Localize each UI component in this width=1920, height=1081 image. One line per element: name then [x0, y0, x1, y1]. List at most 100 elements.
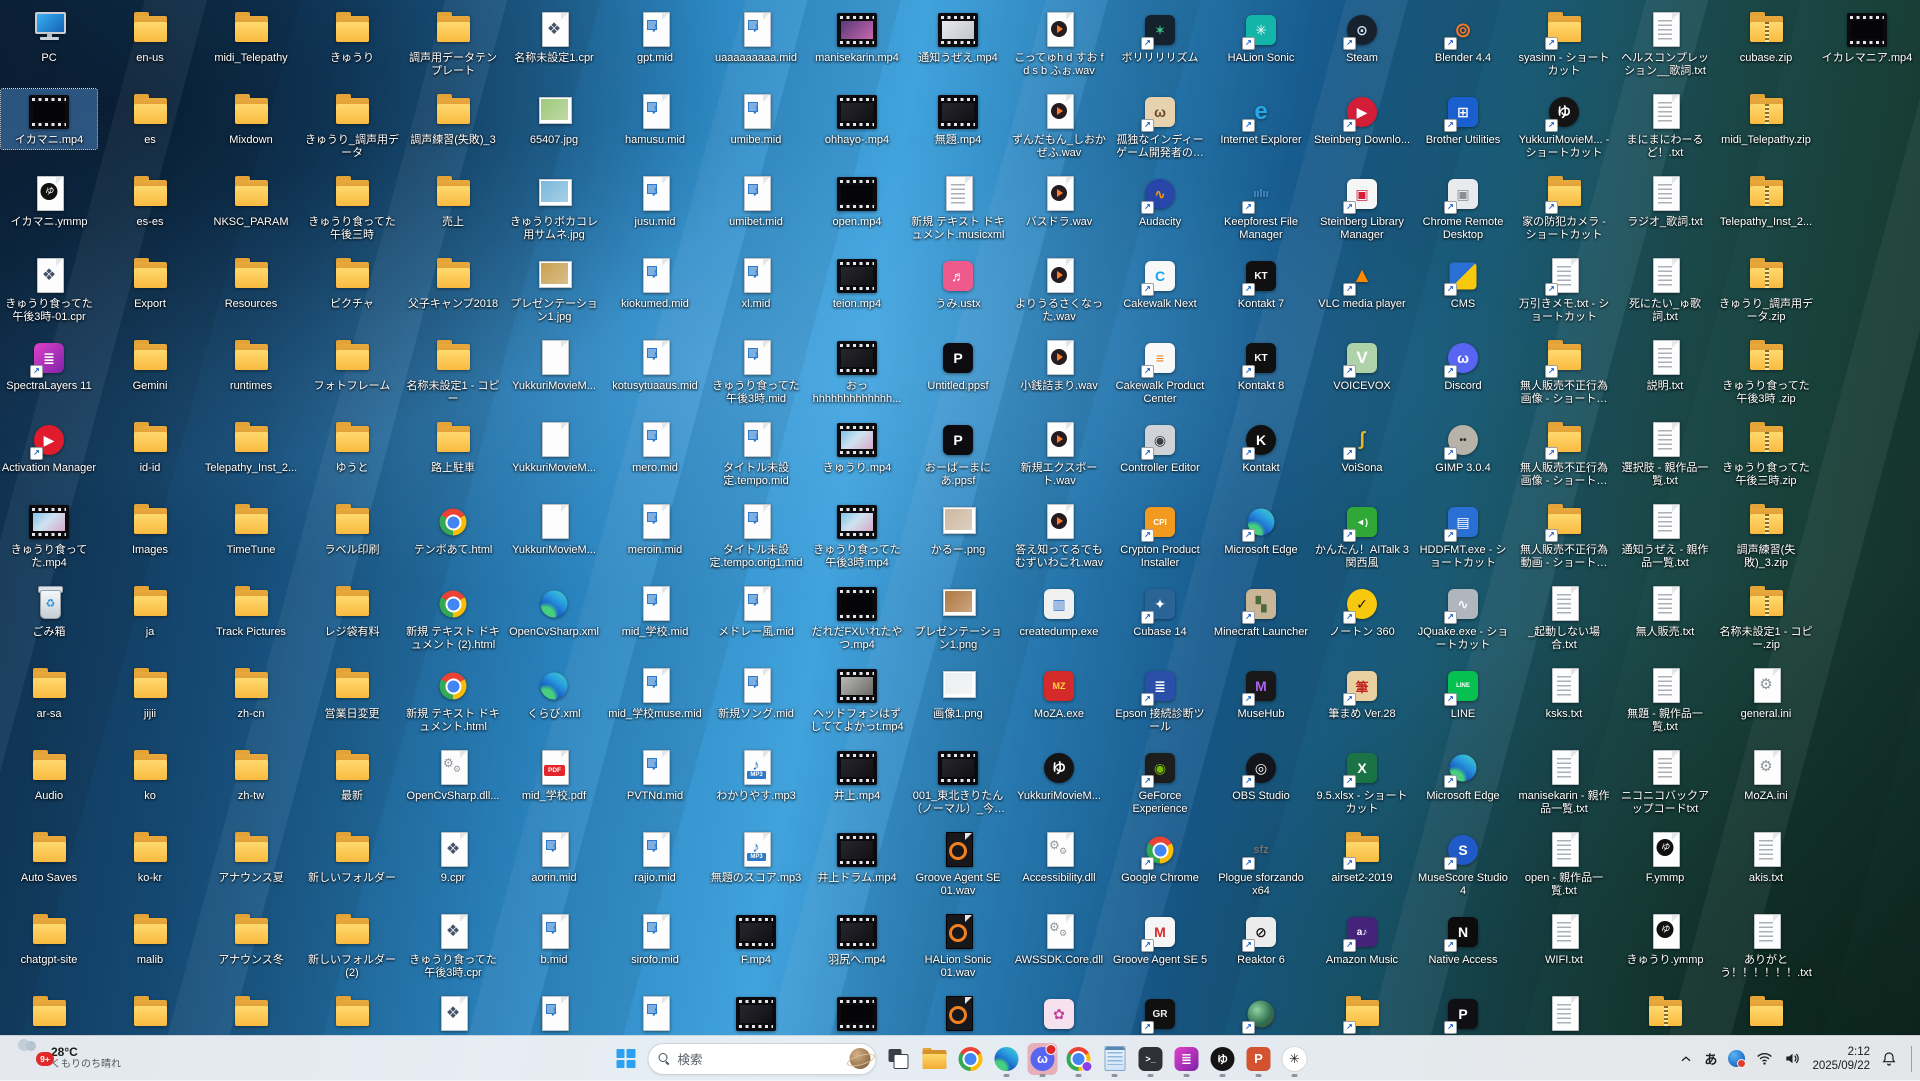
desktop-icon-テンポあて.html[interactable]: テンポあて.html	[405, 499, 501, 559]
desktop-icon-Discord[interactable]: ω↗Discord	[1415, 335, 1511, 395]
desktop-icon-ラベル印刷[interactable]: ラベル印刷	[304, 499, 400, 559]
desktop-icon-cubase.zip[interactable]: cubase.zip	[1718, 7, 1814, 67]
tray-chevron-up-icon[interactable]	[1679, 1052, 1693, 1066]
desktop-icon-かるー.png[interactable]: かるー.png	[910, 499, 1006, 559]
clock[interactable]: 2:12 2025/09/22	[1812, 1045, 1870, 1073]
desktop-icon-es[interactable]: es	[102, 89, 198, 149]
desktop-icon-まにまにわーるど！.txt[interactable]: まにまにわーるど！.txt	[1617, 89, 1713, 162]
desktop-icon-Chrome Remote Desktop[interactable]: ▣↗Chrome Remote Desktop	[1415, 171, 1511, 244]
desktop-icon-AWSSDK.Core.dll[interactable]: ⚙⚙AWSSDK.Core.dll	[1011, 909, 1107, 969]
desktop-icon-ありがとう！！！！！！.txt[interactable]: ありがとう！！！！！！.txt	[1718, 909, 1814, 982]
desktop-icon-Export[interactable]: Export	[102, 253, 198, 313]
desktop-icon-Kontakt[interactable]: K↗Kontakt	[1213, 417, 1309, 477]
desktop-icon-路上駐車[interactable]: 路上駐車	[405, 417, 501, 477]
desktop-icon-画像1.png[interactable]: 画像1.png	[910, 663, 1006, 723]
desktop-icon-rajio.mid[interactable]: ♪rajio.mid	[607, 827, 703, 887]
desktop-icon-xl.mid[interactable]: ♪xl.mid	[708, 253, 804, 313]
desktop-icon-c9r13[interactable]	[809, 991, 905, 1035]
desktop-icon-airset2-2019[interactable]: ↗airset2-2019	[1314, 827, 1410, 887]
desktop-icon-きゅうり[interactable]: きゅうり	[304, 7, 400, 67]
desktop-icon-無人販売不正行為画像 - ショートカッ...[interactable]: ↗無人販売不正行為画像 - ショートカッ...	[1516, 335, 1612, 408]
start-button[interactable]	[611, 1043, 641, 1075]
desktop-icon-VoiSona[interactable]: ʃ↗VoiSona	[1314, 417, 1410, 477]
desktop-icon-umibet.mid[interactable]: ♪umibet.mid	[708, 171, 804, 231]
desktop-icon-Microsoft Edge[interactable]: ↗Microsoft Edge	[1213, 499, 1309, 559]
desktop-icon-b.mid[interactable]: ♪b.mid	[506, 909, 602, 969]
desktop-icon-バスドラ.wav[interactable]: バスドラ.wav	[1011, 171, 1107, 231]
desktop-icon-aorin.mid[interactable]: ♪aorin.mid	[506, 827, 602, 887]
desktop-icon-筆まめ Ver.28[interactable]: 筆↗筆まめ Ver.28	[1314, 663, 1410, 723]
desktop-icon-新規 テキスト ドキュメント.html[interactable]: 新規 テキスト ドキュメント.html	[405, 663, 501, 736]
desktop-icon-open - 親作品一覧.txt[interactable]: open - 親作品一覧.txt	[1516, 827, 1612, 900]
desktop-icon-Steinberg Downlo...[interactable]: ▶↗Steinberg Downlo...	[1314, 89, 1410, 149]
desktop-icon-id-id[interactable]: id-id	[102, 417, 198, 477]
desktop-icon-新規 テキスト ドキュメント.musicxml[interactable]: 新規 テキスト ドキュメント.musicxml	[910, 171, 1006, 244]
taskbar-icon-powerpoint[interactable]: P	[1244, 1043, 1274, 1075]
desktop-icon-teion.mp4[interactable]: teion.mp4	[809, 253, 905, 313]
desktop-icon-売上[interactable]: 売上	[405, 171, 501, 231]
desktop-icon-プレゼンテーション1.jpg[interactable]: プレゼンテーション1.jpg	[506, 253, 602, 326]
desktop-icon-新しいフォルダー (3)[interactable]: 新しいフォルダー (3)	[304, 991, 400, 1035]
desktop-icon-manisekarin.mp4[interactable]: manisekarin.mp4	[809, 7, 905, 67]
desktop-icon-Kontakt 7[interactable]: KT↗Kontakt 7	[1213, 253, 1309, 313]
desktop-icon-おっhhhhhhhhhhhhh...[interactable]: おっhhhhhhhhhhhhh...	[809, 335, 905, 408]
desktop-icon-SpectraLayers 11[interactable]: ≣↗SpectraLayers 11	[1, 335, 97, 395]
desktop-icon-_起動しない場合.txt[interactable]: _起動しない場合.txt	[1516, 581, 1612, 654]
desktop-icon-うみ.ustx[interactable]: ♬うみ.ustx	[910, 253, 1006, 313]
desktop-icon-最新[interactable]: 最新	[304, 745, 400, 805]
desktop-icon-Steam[interactable]: ⊙↗Steam	[1314, 7, 1410, 67]
desktop-icon-ポリリリリズム[interactable]: ✶↗ポリリリリズム	[1112, 7, 1208, 67]
desktop-icon-YukkuriMovieM...[interactable]: YukkuriMovieM...	[506, 417, 602, 477]
desktop-icon-通知うぜえ - 親作品一覧.txt[interactable]: 通知うぜえ - 親作品一覧.txt	[1617, 499, 1713, 572]
desktop-icon-c12r13[interactable]: GR↗	[1112, 991, 1208, 1035]
desktop-icon-Reaktor 6[interactable]: ⊘↗Reaktor 6	[1213, 909, 1309, 969]
desktop-icon-65407.jpg[interactable]: 65407.jpg	[506, 89, 602, 149]
desktop-icon-Blender 4.4[interactable]: ⊚↗Blender 4.4	[1415, 7, 1511, 67]
desktop-icon-無人販売不正行為動画 - ショートカット[interactable]: ↗無人販売不正行為動画 - ショートカット	[1516, 499, 1612, 572]
ime-indicator[interactable]: あ	[1704, 1049, 1717, 1068]
desktop-icon-名称未設定1.cpr[interactable]: ❖名称未設定1.cpr	[506, 7, 602, 67]
desktop-icon-umibe.mid[interactable]: ♪umibe.mid	[708, 89, 804, 149]
desktop-icon-イカレマニア.mp4[interactable]: イカレマニア.mp4	[1819, 7, 1915, 67]
taskbar-icon-yukkuri-movie-maker[interactable]: ゆ	[1208, 1043, 1238, 1075]
desktop-icon-c14r13[interactable]: ↗	[1314, 991, 1410, 1035]
desktop-icon-Groove Agent SE 5[interactable]: M↗Groove Agent SE 5	[1112, 909, 1208, 969]
desktop-icon-OBS Studio[interactable]: ◎↗OBS Studio	[1213, 745, 1309, 805]
desktop-icon-Plogue sforzando x64[interactable]: sfz↗Plogue sforzando x64	[1213, 827, 1309, 900]
desktop-icon-Track Pictures[interactable]: Track Pictures	[203, 581, 299, 641]
desktop-icon-MuseScore Studio 4[interactable]: S↗MuseScore Studio 4	[1415, 827, 1511, 900]
desktop-icon-井上ドラム.mp4[interactable]: 井上ドラム.mp4	[809, 827, 905, 887]
desktop-icon-きゅうり.ymmp[interactable]: ゆきゅうり.ymmp	[1617, 909, 1713, 969]
desktop-icon-メドレー風.mid[interactable]: ♪メドレー風.mid	[708, 581, 804, 641]
desktop-icon-createdump.exe[interactable]: ▥createdump.exe	[1011, 581, 1107, 641]
desktop-icon-かんたん！AITalk 3 関西風[interactable]: ◄)↗かんたん！AITalk 3 関西風	[1314, 499, 1410, 572]
desktop-icon-ラジオ_歌詞.txt[interactable]: ラジオ_歌詞.txt	[1617, 171, 1713, 231]
desktop-icon-ヘルスコンプレッション__歌詞.txt[interactable]: ヘルスコンプレッション__歌詞.txt	[1617, 7, 1713, 80]
desktop-icon-ずんだもん_しおかぜふ.wav[interactable]: ずんだもん_しおかぜふ.wav	[1011, 89, 1107, 162]
desktop-icon-en-us[interactable]: en-us	[102, 7, 198, 67]
desktop-icon-kotusytuaaus.mid[interactable]: ♪kotusytuaaus.mid	[607, 335, 703, 395]
desktop-icon-open.mp4[interactable]: open.mp4	[809, 171, 905, 231]
desktop-icon-zh-cn[interactable]: zh-cn	[203, 663, 299, 723]
desktop-icon-きゅうりボカコレ用サムネ.jpg[interactable]: きゅうりボカコレ用サムネ.jpg	[506, 171, 602, 244]
desktop-icon-CMS[interactable]: ↗CMS	[1415, 253, 1511, 313]
desktop-icon-名称未設定1 - コピー[interactable]: 名称未設定1 - コピー	[405, 335, 501, 408]
desktop-icon-説明.txt[interactable]: 説明.txt	[1617, 335, 1713, 395]
desktop-icon-Amazon Music[interactable]: a♪↗Amazon Music	[1314, 909, 1410, 969]
desktop-icon-MoZA.exe[interactable]: MZMoZA.exe	[1011, 663, 1107, 723]
desktop-icon-HALion Sonic[interactable]: ✳↗HALion Sonic	[1213, 7, 1309, 67]
desktop-icon-c2r13[interactable]	[102, 991, 198, 1035]
taskbar-icon-edge[interactable]	[992, 1043, 1022, 1075]
desktop-icon-ko[interactable]: ko	[102, 745, 198, 805]
desktop-icon-きゅうり食ってた午後三時[interactable]: きゅうり食ってた午後三時	[304, 171, 400, 244]
desktop-icon-レジ袋有料[interactable]: レジ袋有料	[304, 581, 400, 641]
desktop-icon-ja[interactable]: ja	[102, 581, 198, 641]
search-box[interactable]: 検索	[648, 1043, 877, 1075]
desktop-icon-zh-tw[interactable]: zh-tw	[203, 745, 299, 805]
desktop-icon-midi_Telepathy[interactable]: midi_Telepathy	[203, 7, 299, 67]
desktop-icon-PC[interactable]: PC	[1, 7, 97, 67]
desktop-icon-mid_学校.pdf[interactable]: PDFmid_学校.pdf	[506, 745, 602, 805]
taskbar-icon-chatgpt[interactable]: ✳	[1280, 1043, 1310, 1075]
desktop-icon-だれだFXいれたやつ.mp4[interactable]: だれだFXいれたやつ.mp4	[809, 581, 905, 654]
desktop-icon-調声練習(失敗)_3[interactable]: 調声練習(失敗)_3	[405, 89, 501, 149]
